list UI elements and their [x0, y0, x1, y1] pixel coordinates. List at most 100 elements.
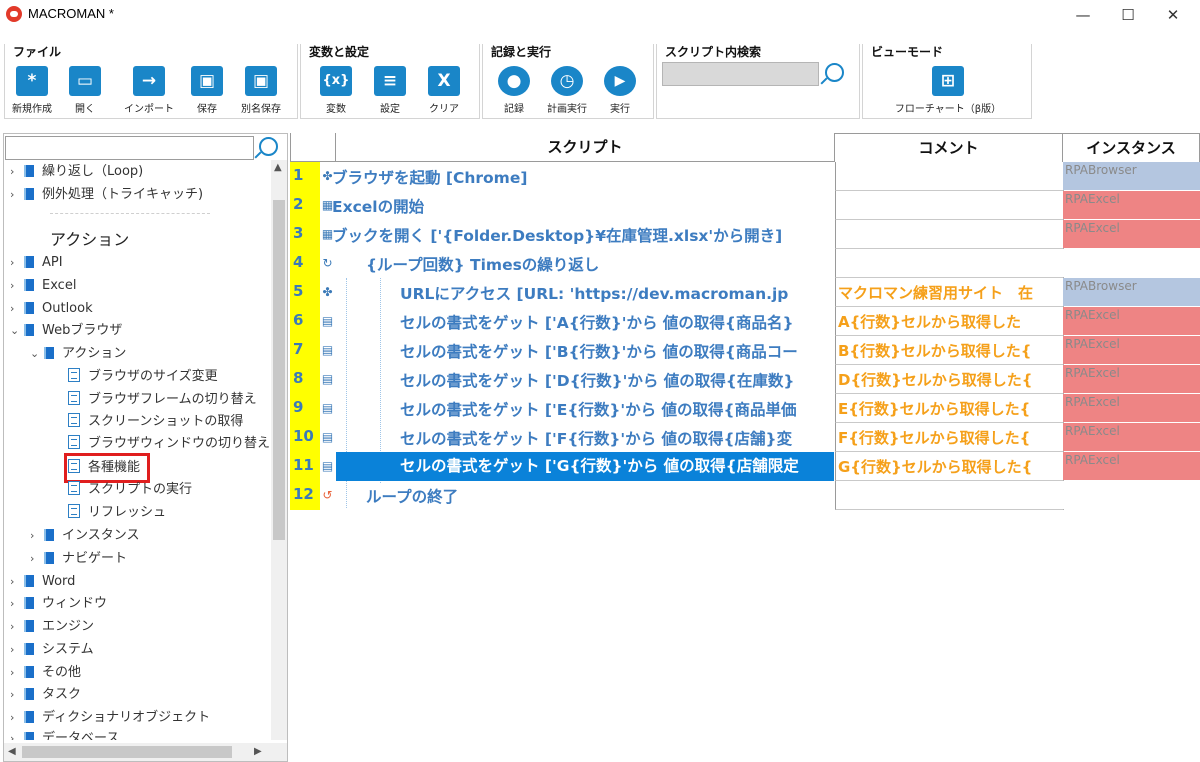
tree-node-word[interactable]: › Word: [10, 571, 75, 593]
instance-cell[interactable]: RPAExcel: [1063, 452, 1200, 480]
script-command-text[interactable]: URLにアクセス [URL: 'https://dev.macroman.jp: [400, 282, 830, 304]
comment-cell[interactable]: E{行数}セルから取得した{: [835, 394, 1064, 423]
script-row[interactable]: 6 ▤ セルの書式をゲット ['A{行数}'から 値の取得{商品名} A{行数}セルか…: [290, 307, 1200, 336]
comment-cell[interactable]: [835, 249, 1064, 278]
run-button[interactable]: ▶ 実行: [599, 66, 641, 115]
import-button[interactable]: → インポート: [117, 66, 181, 115]
chevron-right-icon[interactable]: ›: [10, 662, 22, 684]
chevron-right-icon[interactable]: ›: [30, 548, 42, 570]
record-button[interactable]: ● 記録: [493, 66, 535, 115]
tree-node-engine[interactable]: › エンジン: [10, 616, 94, 638]
tree-node-loop[interactable]: › 繰り返し（Loop): [10, 161, 143, 183]
tree-node-outlook[interactable]: › Outlook: [10, 298, 93, 320]
chevron-right-icon[interactable]: ›: [10, 593, 22, 615]
script-command-text[interactable]: セルの書式をゲット ['F{行数}'から 値の取得{店舗}変: [400, 427, 830, 449]
script-command-text[interactable]: セルの書式をゲット ['E{行数}'から 値の取得{商品単価: [400, 398, 830, 420]
script-command-text[interactable]: セルの書式をゲット ['B{行数}'から 値の取得{商品コー: [400, 340, 830, 362]
variables-button[interactable]: {x} 変数: [313, 66, 359, 115]
close-button[interactable]: ✕: [1150, 0, 1196, 30]
minimize-button[interactable]: —: [1060, 0, 1106, 30]
save-button[interactable]: ▣ 保存: [185, 66, 229, 115]
chevron-right-icon[interactable]: ›: [10, 571, 22, 593]
script-row[interactable]: 10 ▤ セルの書式をゲット ['F{行数}'から 値の取得{店舗}変 F{行数}セル…: [290, 423, 1200, 452]
chevron-right-icon[interactable]: ›: [10, 616, 22, 638]
tree-search-input[interactable]: [5, 136, 254, 160]
save-as-button[interactable]: ▣ 別名保存: [233, 66, 289, 115]
chevron-right-icon[interactable]: ›: [10, 639, 22, 661]
tree-node-try-catch[interactable]: › 例外処理（トライキャッチ): [10, 184, 203, 206]
tree-vertical-scrollbar[interactable]: ▲: [271, 160, 287, 740]
script-row[interactable]: 4 ↻ {ループ回数} Timesの繰り返し: [290, 249, 1200, 278]
schedule-button[interactable]: ◷ 計画実行: [541, 66, 593, 115]
instance-cell[interactable]: [1063, 249, 1200, 277]
maximize-button[interactable]: ☐: [1105, 0, 1151, 30]
instance-cell[interactable]: RPABrowser: [1063, 162, 1200, 190]
tree-node-excel[interactable]: › Excel: [10, 275, 76, 297]
comment-cell[interactable]: [835, 162, 1064, 191]
instance-cell[interactable]: RPAExcel: [1063, 365, 1200, 393]
chevron-right-icon[interactable]: ›: [10, 184, 22, 206]
script-command-text[interactable]: Excelの開始: [332, 195, 830, 217]
tree-node-other[interactable]: › その他: [10, 662, 81, 684]
chevron-right-icon[interactable]: ›: [10, 252, 22, 274]
tree-node-browser-actions[interactable]: ⌄ アクション: [30, 343, 126, 365]
tree-vertical-scroll-thumb[interactable]: [273, 200, 285, 540]
script-search-input[interactable]: [662, 62, 819, 86]
instance-cell[interactable]: RPABrowser: [1063, 278, 1200, 306]
chevron-right-icon[interactable]: ›: [10, 707, 22, 729]
tree-node-dictionary[interactable]: › ディクショナリオブジェクト: [10, 707, 210, 729]
scroll-up-icon[interactable]: ▲: [274, 162, 282, 173]
tree-node-instance[interactable]: › インスタンス: [30, 525, 139, 547]
tree-node-window[interactable]: › ウィンドウ: [10, 593, 107, 615]
instance-cell[interactable]: RPAExcel: [1063, 394, 1200, 422]
tree-node-web-browser[interactable]: ⌄ Webブラウザ: [10, 320, 122, 342]
script-command-text[interactable]: ブックを開く ['{Folder.Desktop}¥在庫管理.xlsx'から開き…: [332, 224, 830, 246]
tree-node-database[interactable]: › データベース: [10, 728, 119, 740]
comment-cell[interactable]: D{行数}セルから取得した{: [835, 365, 1064, 394]
instance-cell[interactable]: [1063, 481, 1200, 509]
script-row[interactable]: 11 ▤ セルの書式をゲット ['G{行数}'から 値の取得{店舗限定 G{行数}セル…: [290, 452, 1200, 481]
chevron-right-icon[interactable]: ›: [30, 525, 42, 547]
comment-cell[interactable]: A{行数}セルから取得した: [835, 307, 1064, 336]
search-icon[interactable]: [825, 63, 844, 82]
script-command-text[interactable]: セルの書式をゲット ['A{行数}'から 値の取得{商品名}: [400, 311, 830, 333]
comment-cell[interactable]: [835, 481, 1064, 510]
tree-leaf-switch-window[interactable]: ブラウザウィンドウの切り替え: [68, 433, 270, 455]
tree-node-navigate[interactable]: › ナビゲート: [30, 548, 127, 570]
script-command-text[interactable]: ブラウザを起動 [Chrome]: [332, 166, 830, 188]
tree-leaf-switch-frame[interactable]: ブラウザフレームの切り替え: [68, 389, 257, 411]
script-row[interactable]: 7 ▤ セルの書式をゲット ['B{行数}'から 値の取得{商品コー B{行数}セルか…: [290, 336, 1200, 365]
settings-button[interactable]: ≡ 設定: [367, 66, 413, 115]
chevron-right-icon[interactable]: ›: [10, 298, 22, 320]
script-row[interactable]: 1 ✤ ブラウザを起動 [Chrome] RPABrowser: [290, 162, 1200, 191]
tree-search-icon[interactable]: [259, 137, 278, 156]
instance-cell[interactable]: RPAExcel: [1063, 336, 1200, 364]
clear-button[interactable]: X クリア: [421, 66, 467, 115]
chevron-down-icon[interactable]: ⌄: [10, 320, 22, 342]
chevron-down-icon[interactable]: ⌄: [30, 343, 42, 365]
instance-cell[interactable]: RPAExcel: [1063, 307, 1200, 335]
instance-cell[interactable]: RPAExcel: [1063, 191, 1200, 219]
script-command-text[interactable]: {ループ回数} Timesの繰り返し: [366, 253, 830, 275]
script-row[interactable]: 9 ▤ セルの書式をゲット ['E{行数}'から 値の取得{商品単価 E{行数}セルか…: [290, 394, 1200, 423]
tree-leaf-run-script[interactable]: スクリプトの実行: [68, 479, 192, 501]
script-row[interactable]: 2 ▦ Excelの開始 RPAExcel: [290, 191, 1200, 220]
tree-node-api[interactable]: › API: [10, 252, 63, 274]
open-button[interactable]: ▭ 開く: [63, 66, 107, 115]
tree-leaf-refresh[interactable]: リフレッシュ: [68, 502, 166, 524]
new-button[interactable]: * 新規作成: [7, 66, 57, 115]
tree-leaf-misc-functions[interactable]: 各種機能: [63, 453, 151, 483]
comment-cell[interactable]: [835, 191, 1064, 220]
script-command-text[interactable]: ループの終了: [366, 485, 830, 507]
flowchart-button[interactable]: ⊞ フローチャート（β版）: [873, 66, 1023, 115]
comment-cell[interactable]: B{行数}セルから取得した{: [835, 336, 1064, 365]
tree-horizontal-scrollbar[interactable]: ◀ ▶: [4, 743, 287, 761]
script-command-text[interactable]: セルの書式をゲット ['G{行数}'から 値の取得{店舗限定: [336, 452, 834, 481]
tree-horizontal-scroll-thumb[interactable]: [22, 746, 232, 758]
script-row[interactable]: 12 ↺ ループの終了: [290, 481, 1200, 510]
comment-cell[interactable]: [835, 220, 1064, 249]
chevron-right-icon[interactable]: ›: [10, 684, 22, 706]
script-row[interactable]: 8 ▤ セルの書式をゲット ['D{行数}'から 値の取得{在庫数} D{行数}セルか…: [290, 365, 1200, 394]
tree-node-task[interactable]: › タスク: [10, 684, 81, 706]
chevron-right-icon[interactable]: ›: [10, 275, 22, 297]
